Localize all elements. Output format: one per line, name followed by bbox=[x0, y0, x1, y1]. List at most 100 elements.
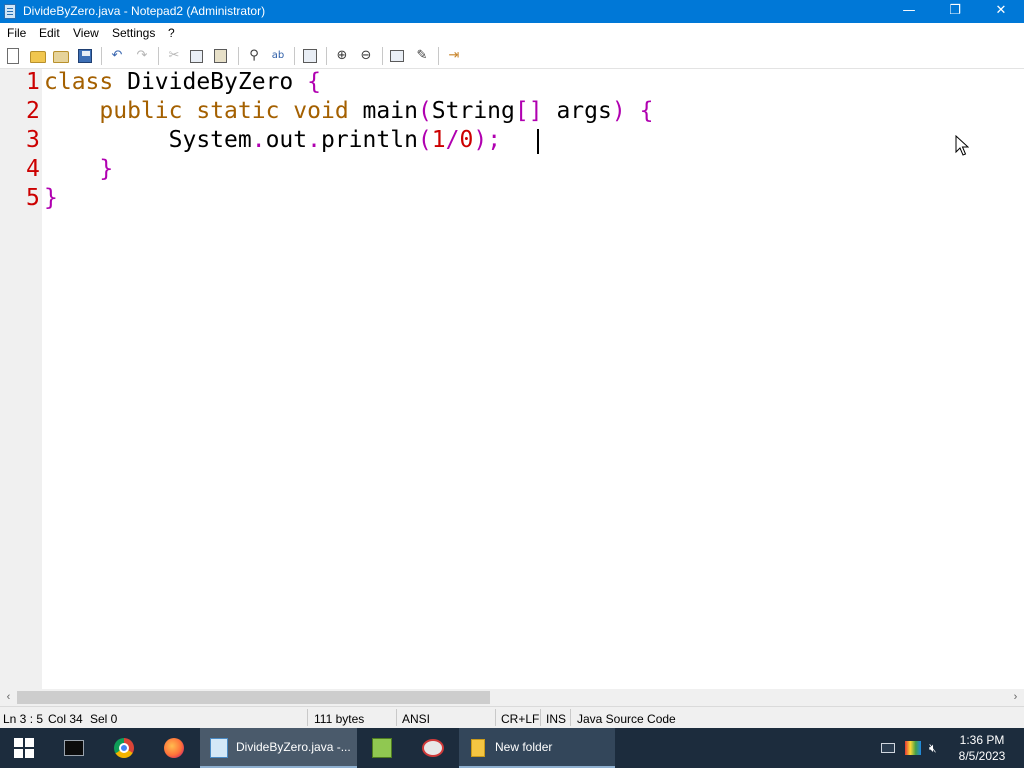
taskbar-file-explorer[interactable]: New folder bbox=[459, 728, 615, 768]
code-keyword: static bbox=[196, 98, 280, 124]
paint-icon bbox=[422, 739, 444, 757]
line-number: 2 bbox=[26, 98, 40, 124]
taskbar-notepad2-label: DivideByZero.java -... bbox=[236, 740, 351, 754]
taskbar-notepad-plus-plus[interactable] bbox=[358, 728, 406, 768]
restore-button[interactable]: ❐ bbox=[932, 0, 978, 23]
menu-view[interactable]: View bbox=[73, 26, 99, 40]
code-line[interactable]: System.out.println(1/0); bbox=[44, 127, 501, 153]
clock-date: 8/5/2023 bbox=[958, 749, 1006, 763]
code-text: DivideByZero bbox=[113, 69, 308, 95]
code-operator: } bbox=[44, 185, 58, 211]
taskbar-chrome[interactable] bbox=[100, 728, 148, 768]
taskbar-notepad2[interactable]: DivideByZero.java -... bbox=[200, 728, 357, 768]
network-icon[interactable] bbox=[880, 740, 896, 756]
code-operator: ) bbox=[611, 98, 626, 124]
line-number: 1 bbox=[26, 69, 40, 95]
taskbar: DivideByZero.java -... New folder 🔇︎ 1:3… bbox=[0, 728, 1024, 768]
wordwrap-icon[interactable] bbox=[303, 49, 317, 63]
line-number: 4 bbox=[26, 156, 40, 182]
zoom-out-icon[interactable]: ⊖ bbox=[358, 48, 374, 64]
scroll-left-icon[interactable]: ‹ bbox=[0, 689, 17, 706]
code-keyword: public bbox=[99, 98, 183, 124]
code-keyword: void bbox=[293, 98, 349, 124]
code-text: println bbox=[320, 127, 418, 153]
toolbar: ↶ ↷ ✂ ⚲ ab ⊕ ⊖ ✎ ⇥ bbox=[0, 43, 1024, 69]
new-file-icon[interactable] bbox=[7, 48, 19, 64]
code-line[interactable]: } bbox=[44, 185, 58, 211]
menu-edit[interactable]: Edit bbox=[39, 26, 60, 40]
open-folder-icon[interactable] bbox=[30, 51, 46, 63]
horizontal-scrollbar[interactable]: ‹ › bbox=[0, 689, 1024, 706]
code-operator: ( bbox=[417, 98, 432, 124]
title-bar: DivideByZero.java - Notepad2 (Administra… bbox=[0, 0, 1024, 23]
code-operator: { bbox=[639, 98, 654, 124]
scheme-icon[interactable] bbox=[390, 50, 404, 62]
command-prompt-icon bbox=[64, 740, 84, 756]
menu-help[interactable]: ? bbox=[168, 26, 175, 40]
menu-settings[interactable]: Settings bbox=[112, 26, 155, 40]
zoom-in-icon[interactable]: ⊕ bbox=[334, 48, 350, 64]
cut-icon[interactable]: ✂ bbox=[166, 48, 182, 64]
code-operator: } bbox=[99, 156, 114, 182]
menu-file[interactable]: File bbox=[7, 26, 26, 40]
redo-icon[interactable]: ↷ bbox=[134, 48, 150, 64]
text-caret bbox=[537, 129, 539, 154]
toolbar-separator bbox=[238, 47, 239, 65]
clock-time: 1:36 PM bbox=[959, 733, 1005, 747]
paste-icon[interactable] bbox=[214, 49, 227, 63]
status-separator bbox=[495, 709, 496, 726]
status-separator bbox=[570, 709, 571, 726]
chrome-icon bbox=[114, 738, 134, 758]
toolbar-separator bbox=[294, 47, 295, 65]
status-scheme[interactable]: Java Source Code bbox=[577, 712, 676, 726]
minimize-button[interactable]: — bbox=[886, 0, 932, 23]
status-separator bbox=[307, 709, 308, 726]
find-icon[interactable]: ⚲ bbox=[246, 48, 262, 64]
notepad-plus-plus-icon bbox=[372, 738, 392, 758]
color-app-tray-icon[interactable] bbox=[905, 740, 921, 756]
close-button[interactable]: ✕ bbox=[978, 0, 1024, 23]
code-line[interactable]: } bbox=[44, 156, 113, 182]
scrollbar-thumb[interactable] bbox=[17, 691, 490, 704]
undo-icon[interactable]: ↶ bbox=[109, 48, 125, 64]
code-operator: / bbox=[445, 127, 460, 153]
code-line[interactable]: class DivideByZero { bbox=[44, 69, 321, 95]
status-separator bbox=[540, 709, 541, 726]
status-line-ending[interactable]: CR+LF bbox=[501, 712, 539, 726]
save-icon[interactable] bbox=[78, 49, 92, 63]
code-editor[interactable]: 1 2 3 4 5 class DivideByZero { public st… bbox=[0, 69, 1024, 689]
toolbar-separator bbox=[382, 47, 383, 65]
toolbar-separator bbox=[326, 47, 327, 65]
notepad2-icon bbox=[210, 738, 228, 758]
folder-icon bbox=[471, 739, 485, 757]
start-button[interactable] bbox=[0, 728, 48, 768]
code-text: main bbox=[348, 98, 418, 124]
code-operator: . bbox=[307, 127, 321, 153]
taskbar-paint[interactable] bbox=[408, 728, 456, 768]
code-keyword: class bbox=[44, 69, 114, 95]
customize-icon[interactable]: ✎ bbox=[414, 48, 430, 64]
browse-icon[interactable] bbox=[53, 51, 69, 63]
copy-icon[interactable] bbox=[190, 50, 203, 63]
firefox-icon bbox=[164, 738, 184, 758]
taskbar-command-prompt[interactable] bbox=[50, 728, 98, 768]
code-operator: . bbox=[251, 127, 266, 153]
replace-icon[interactable]: ab bbox=[270, 48, 286, 64]
status-line: Ln 3 : 5 bbox=[3, 712, 44, 726]
scroll-right-icon[interactable]: › bbox=[1007, 689, 1024, 706]
exit-icon[interactable]: ⇥ bbox=[446, 48, 462, 64]
taskbar-clock[interactable]: 1:36 PM 8/5/2023 bbox=[950, 732, 1014, 764]
toolbar-separator bbox=[158, 47, 159, 65]
taskbar-firefox[interactable] bbox=[150, 728, 198, 768]
status-encoding[interactable]: ANSI bbox=[402, 712, 430, 726]
volume-muted-icon[interactable]: 🔇︎ bbox=[929, 740, 945, 756]
line-number: 3 bbox=[26, 127, 40, 153]
code-line[interactable]: public static void main(String[] args) { bbox=[44, 98, 653, 124]
status-insert-mode[interactable]: INS bbox=[546, 712, 566, 726]
toolbar-separator bbox=[438, 47, 439, 65]
notepad2-app-icon[interactable] bbox=[4, 4, 16, 19]
